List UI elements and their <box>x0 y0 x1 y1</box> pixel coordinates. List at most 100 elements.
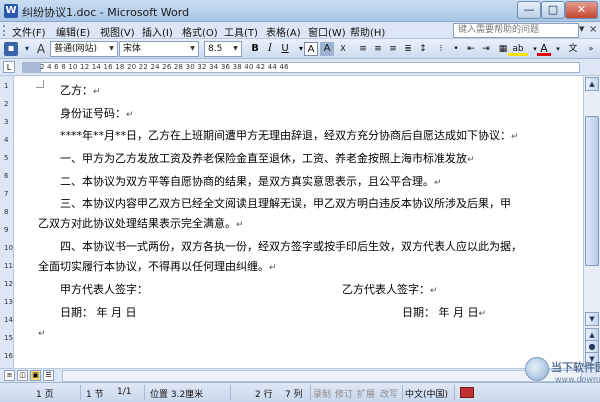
menu-table[interactable]: 表格(A) <box>266 24 301 39</box>
minimize-button[interactable]: — <box>517 1 541 19</box>
signature-right[interactable]: 乙方代表人签字：↵ <box>342 281 438 297</box>
document-line[interactable]: 乙双方对此协议处理结果表示完全满意。↵ <box>38 215 244 231</box>
underline-button[interactable]: U <box>278 42 292 56</box>
phonetic-guide-icon[interactable]: 文 <box>566 42 580 56</box>
align-right-icon[interactable]: ≡ <box>386 42 400 56</box>
character-scale-icon[interactable]: X <box>336 42 350 56</box>
vruler-mark: 14 <box>4 316 13 324</box>
status-separator <box>454 385 455 400</box>
status-separator <box>80 385 81 400</box>
watermark-name: 当下软件园 <box>551 361 600 374</box>
scroll-thumb[interactable] <box>585 116 599 266</box>
justify-icon[interactable]: ≣ <box>401 42 415 56</box>
document-line[interactable]: 三、本协议内容甲乙双方已经全文阅读且理解无误，甲乙双方明白违反本协议所涉及后果，… <box>60 195 511 211</box>
style-combo[interactable]: 普通(网站) ▼ <box>50 41 118 57</box>
numbering-icon[interactable]: ⁝ <box>434 42 448 56</box>
vertical-ruler[interactable]: 1 2 3 4 5 6 7 8 9 10 11 12 13 14 15 16 <box>0 76 14 368</box>
character-shading-button[interactable]: A <box>320 42 334 56</box>
decrease-indent-icon[interactable]: ⇤ <box>464 42 478 56</box>
vruler-mark: 8 <box>4 208 9 216</box>
scroll-up-button[interactable]: ▲ <box>585 77 599 91</box>
menu-format[interactable]: 格式(O) <box>182 24 218 39</box>
vruler-mark: 10 <box>4 244 13 252</box>
view-bar: ≡ ◫ ▣ ☰ <box>0 368 600 382</box>
menu-insert[interactable]: 插入(I) <box>142 24 173 39</box>
signature-left[interactable]: 甲方代表人签字： <box>60 281 148 297</box>
line-spacing-icon[interactable]: ↕ <box>416 42 430 56</box>
menu-edit[interactable]: 编辑(E) <box>56 24 90 39</box>
font-color-button[interactable]: A <box>537 42 551 56</box>
vruler-mark: 2 <box>4 100 9 108</box>
formatting-toolbar: ▪ ▾ A 普通(网站) ▼ 宋体 ▼ 8.5 ▼ B I U ▾ A A X … <box>0 39 600 59</box>
spelling-status-icon[interactable] <box>460 387 474 398</box>
status-overtype[interactable]: 改写 <box>380 387 398 400</box>
horizontal-scrollbar[interactable] <box>62 370 582 382</box>
document-line[interactable]: 四、本协议书一式两份，双方各执一份，经双方签字或按手印后生效，双方代表人应以此为… <box>60 238 522 254</box>
save-icon[interactable]: ▪ <box>4 42 18 56</box>
status-extend[interactable]: 扩展 <box>357 387 375 400</box>
vruler-mark: 11 <box>4 262 13 270</box>
increase-indent-icon[interactable]: ⇥ <box>479 42 493 56</box>
status-position: 位置 3.2厘米 <box>150 390 204 400</box>
document-empty-line[interactable]: ↵ <box>38 326 46 339</box>
font-color-dropdown-icon[interactable]: ▾ <box>551 42 565 56</box>
scroll-down-button[interactable]: ▼ <box>585 312 599 326</box>
document-close-button[interactable]: × <box>589 24 597 35</box>
status-language[interactable]: 中文(中国) <box>405 387 448 400</box>
document-line[interactable]: 乙方：↵ <box>60 82 101 98</box>
menu-view[interactable]: 视图(V) <box>100 24 135 39</box>
window-title: 纠纷协议1.doc - Microsoft Word <box>22 6 190 19</box>
vruler-mark: 6 <box>4 172 9 180</box>
date-left[interactable]: 日期： 年 月 日 <box>60 304 137 320</box>
document-line[interactable]: 身份证号码：↵ <box>60 105 134 121</box>
vruler-mark: 9 <box>4 226 9 234</box>
date-right[interactable]: 日期： 年 月 日↵ <box>402 304 486 320</box>
vruler-mark: 1 <box>4 82 9 90</box>
outline-view-icon[interactable]: ☰ <box>43 370 54 381</box>
document-line[interactable]: 全面切实履行本协议，不得再以任何理由纠缠。↵ <box>38 258 277 274</box>
font-combo[interactable]: 宋体 ▼ <box>119 41 199 57</box>
menu-window[interactable]: 窗口(W) <box>308 24 346 39</box>
bullets-icon[interactable]: • <box>449 42 463 56</box>
font-value: 宋体 <box>123 44 142 54</box>
document-page[interactable]: 乙方：↵ 身份证号码：↵ ****年**月**日，乙方在上班期间遭甲方无理由辞退… <box>14 76 583 368</box>
word-app-icon[interactable]: W <box>4 4 18 18</box>
more-buttons-icon[interactable]: ▾ <box>20 42 34 56</box>
menu-tools[interactable]: 工具(T) <box>224 24 258 39</box>
align-center-icon[interactable]: ≡ <box>371 42 385 56</box>
font-size-combo[interactable]: 8.5 ▼ <box>204 41 242 57</box>
status-bar: 1 页 1 节 1/1 位置 3.2厘米 2 行 7 列 录制 修订 扩展 改写… <box>0 382 600 402</box>
menu-grip[interactable] <box>3 25 6 36</box>
document-line[interactable]: 一、甲方为乙方发放工资及养老保险金直至退休，工资、养老金按照上海市标准发放↵ <box>60 150 475 166</box>
help-search-input[interactable]: 键入需要帮助的问题 <box>453 23 579 38</box>
status-record[interactable]: 录制 <box>313 387 331 400</box>
help-dropdown-icon[interactable]: ▼ <box>579 25 587 33</box>
status-track-changes[interactable]: 修订 <box>335 387 353 400</box>
styles-pane-icon[interactable]: A <box>34 42 48 56</box>
menu-help[interactable]: 帮助(H) <box>350 24 385 39</box>
vertical-scrollbar[interactable]: ▲ ▼ ▲ ● ▼ <box>583 76 600 368</box>
maximize-button[interactable]: □ <box>541 1 565 19</box>
toolbar-options-icon[interactable]: » <box>584 42 598 56</box>
bold-button[interactable]: B <box>248 42 262 56</box>
document-line[interactable]: ****年**月**日，乙方在上班期间遭甲方无理由辞退，经双方充分协商后自愿达成… <box>60 127 519 143</box>
document-line[interactable]: 二、本协议为双方平等自愿协商的结果，是双方真实意思表示，且公平合理。↵ <box>60 173 442 189</box>
print-layout-view-icon[interactable]: ▣ <box>30 370 41 381</box>
italic-button[interactable]: I <box>263 42 277 56</box>
style-dropdown-icon[interactable]: ▼ <box>107 42 116 56</box>
horizontal-ruler[interactable]: L 2 4 6 8 10 12 14 16 18 20 22 24 26 28 … <box>0 59 600 76</box>
character-border-button[interactable]: A <box>304 42 318 56</box>
close-button[interactable]: ✕ <box>565 1 598 19</box>
tab-selector[interactable]: L <box>3 61 15 73</box>
font-dropdown-icon[interactable]: ▼ <box>188 42 197 56</box>
web-layout-view-icon[interactable]: ◫ <box>17 370 28 381</box>
normal-view-icon[interactable]: ≡ <box>4 370 15 381</box>
font-size-dropdown-icon[interactable]: ▼ <box>231 42 240 56</box>
highlight-button[interactable]: ab <box>508 42 528 56</box>
menu-file[interactable]: 文件(F) <box>12 24 46 39</box>
status-pages: 1/1 <box>117 387 132 397</box>
align-left-icon[interactable]: ≡ <box>356 42 370 56</box>
vruler-mark: 15 <box>4 334 13 342</box>
left-margin-area <box>22 62 40 73</box>
status-row: 2 行 <box>255 390 273 400</box>
